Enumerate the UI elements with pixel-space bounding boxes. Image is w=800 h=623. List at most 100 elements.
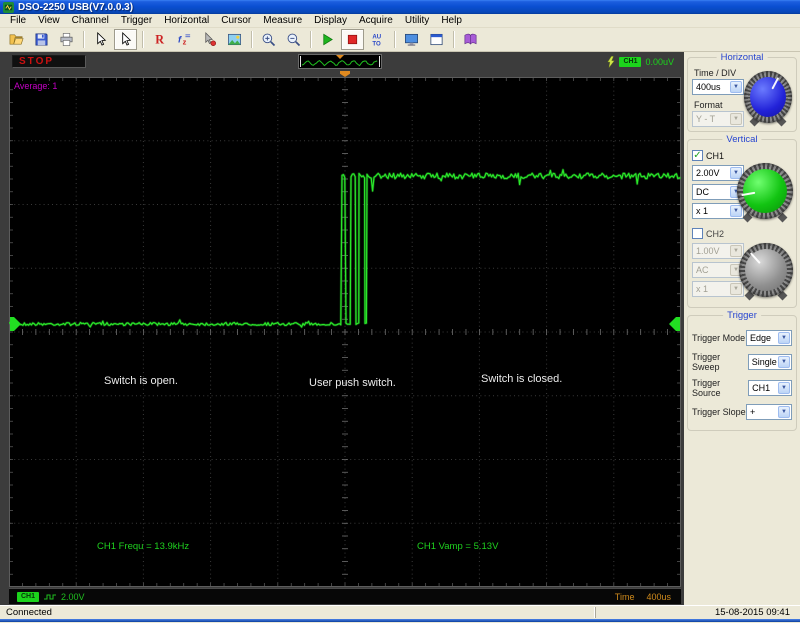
trigger-row: Trigger Sweep Single ▼ (692, 352, 792, 372)
trigger-row: Trigger Slope + ▼ (692, 404, 792, 420)
oscilloscope-display[interactable]: Average: 1 Switch is open. User push switc… (9, 77, 681, 587)
toolbar-separator (394, 31, 395, 48)
record-preview[interactable] (298, 54, 382, 69)
svg-text:R: R (155, 33, 164, 47)
group-title: Vertical (722, 134, 762, 145)
trigger-mode-select[interactable]: Edge ▼ (746, 330, 792, 346)
horizontal-group: Horizontal Time / DIV 400us ▼ Format Y -… (687, 52, 797, 132)
trigger-source-select[interactable]: CH1 ▼ (748, 380, 792, 396)
zoomin-icon (261, 32, 276, 47)
svg-text:z: z (183, 38, 187, 47)
full-screen-button[interactable] (400, 29, 423, 50)
scope-annotation: Switch is closed. (481, 373, 562, 385)
ch2-position-knob[interactable] (739, 243, 793, 301)
print-button[interactable] (55, 29, 78, 50)
measure-fz-button[interactable]: fz (173, 29, 196, 50)
window-layout-button[interactable] (425, 29, 448, 50)
print-icon (59, 32, 74, 47)
status-bar: Connected 15-08-2015 09:41 (0, 605, 800, 619)
format-select: Y - T ▼ (692, 111, 744, 127)
ch1-position-knob[interactable] (737, 163, 793, 223)
refresh-button[interactable]: R (148, 29, 171, 50)
menu-item[interactable]: Acquire (353, 15, 399, 26)
preview-trigger-marker (336, 55, 344, 59)
trigger-row: Trigger Source CH1 ▼ (692, 378, 792, 398)
ch1-label: CH1 (706, 150, 725, 161)
open-file-button[interactable] (5, 29, 28, 50)
save-button[interactable] (30, 29, 53, 50)
menu-item[interactable]: Cursor (215, 15, 257, 26)
time-div-label: Time / DIV (694, 68, 737, 78)
ch2-checkbox[interactable] (692, 228, 703, 239)
toolbar-separator (142, 31, 143, 48)
title-bar: DSO-2250 USB(V7.0.0.3) (0, 0, 800, 14)
toolbar-separator (453, 31, 454, 48)
scope-area: STOP CH1 0.00uV Average: 1 Switch is open… (0, 52, 684, 605)
channel-volts-per-div: 2.00V (61, 591, 85, 602)
rletter-icon: R (152, 32, 167, 47)
window-title: DSO-2250 USB(V7.0.0.3) (18, 1, 134, 13)
windowicon-icon (429, 32, 444, 47)
toolbar-separator (83, 31, 84, 48)
coupling-icon (44, 594, 57, 599)
stop-acquisition-button[interactable] (341, 29, 364, 50)
trigger-source-badge: CH1 (619, 56, 642, 67)
status-badge: STOP (12, 55, 86, 68)
horizontal-position-knob[interactable] (744, 71, 792, 127)
zoom-in-button[interactable] (257, 29, 280, 50)
menu-item[interactable]: File (4, 15, 32, 26)
folder-icon (9, 32, 24, 47)
chevron-down-icon[interactable]: ▼ (730, 81, 742, 93)
average-label: Average: 1 (14, 81, 57, 91)
menu-item[interactable]: View (32, 15, 66, 26)
trigger-level-readout: CH1 0.00uV (607, 55, 674, 68)
scope-measurement: CH1 Vamp = 5.13V (417, 541, 499, 552)
ch2-volts-select: 1.00V ▼ (692, 243, 744, 259)
time-div-select[interactable]: 400us ▼ (692, 79, 744, 95)
auto-icon: AU TO (370, 32, 385, 47)
group-title: Horizontal (716, 52, 768, 63)
pointer-tool-button[interactable] (89, 29, 112, 50)
chevron-down-icon[interactable]: ▼ (778, 406, 790, 418)
probe-adjust-button[interactable] (198, 29, 221, 50)
ch1-checkbox[interactable]: ✓ (692, 150, 703, 161)
menu-item[interactable]: Measure (257, 15, 308, 26)
trigger-level-value: 0.00uV (645, 56, 674, 67)
menu-bar: File View Channel Trigger Horizontal Cursor Me… (0, 14, 800, 28)
menu-item[interactable]: Trigger (115, 15, 158, 26)
ch2-probe-select: x 1 ▼ (692, 281, 744, 297)
scope-annotation: Switch is open. (104, 375, 178, 387)
chevron-down-icon[interactable]: ▼ (778, 382, 790, 394)
svg-text:TO: TO (372, 41, 381, 47)
play-icon (320, 32, 335, 47)
menu-item[interactable]: Utility (399, 15, 435, 26)
trigger-slope-select[interactable]: + ▼ (746, 404, 792, 420)
time-label: Time (614, 591, 635, 602)
select-tool-button[interactable] (114, 29, 137, 50)
window-border (0, 619, 800, 622)
help-book-button[interactable] (459, 29, 482, 50)
menu-item[interactable]: Horizontal (158, 15, 215, 26)
trigger-sweep-select[interactable]: Single ▼ (747, 354, 792, 370)
preview-waveform (300, 55, 380, 67)
menu-item[interactable]: Help (435, 15, 468, 26)
start-acquisition-button[interactable] (316, 29, 339, 50)
snapshot-button[interactable] (223, 29, 246, 50)
lightning-icon (607, 55, 616, 68)
trigger-row-label: Trigger Sweep (692, 352, 721, 372)
chevron-down-icon[interactable]: ▼ (778, 332, 790, 344)
zoom-out-button[interactable] (282, 29, 305, 50)
scope-annotation: User push switch. (309, 377, 396, 389)
fz-icon: fz (177, 32, 192, 47)
svg-text:f: f (178, 34, 182, 44)
autoset-button[interactable]: AU TO (366, 29, 389, 50)
cursor-icon (118, 32, 133, 47)
image-icon (227, 32, 242, 47)
trigger-row-label: Trigger Slope (692, 407, 746, 417)
menu-item[interactable]: Display (308, 15, 353, 26)
menu-item[interactable]: Channel (66, 15, 115, 26)
cursor-icon (93, 32, 108, 47)
ch2-label: CH2 (706, 228, 725, 239)
chevron-down-icon[interactable]: ▼ (778, 356, 790, 368)
toolbar-separator (310, 31, 311, 48)
